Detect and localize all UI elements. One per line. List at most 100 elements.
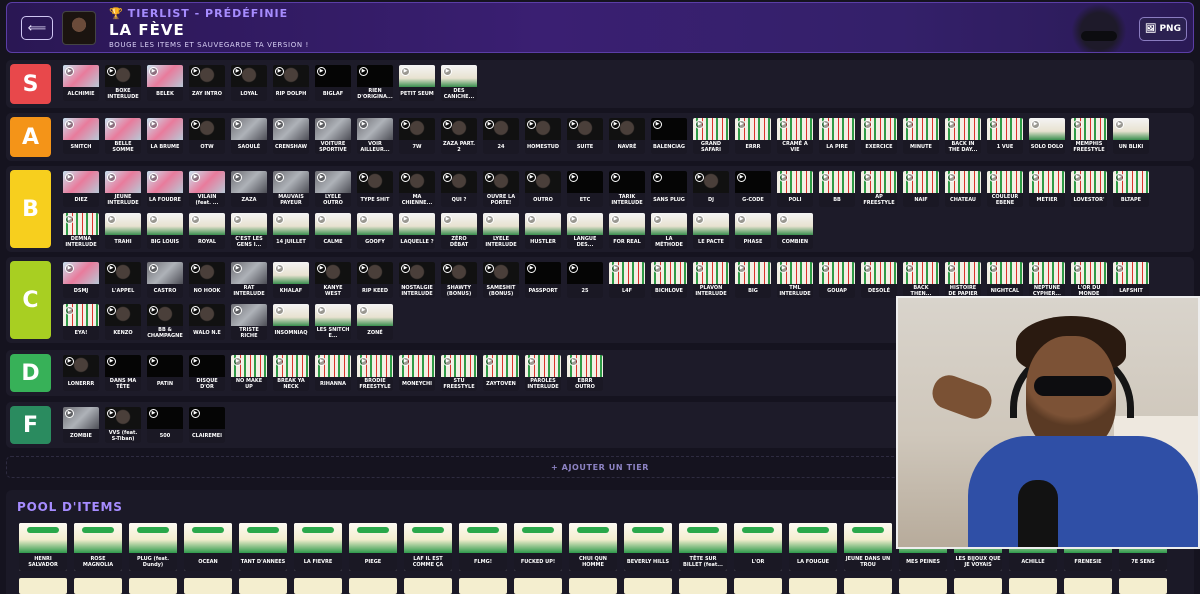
play-icon[interactable]: ▶: [1031, 264, 1040, 273]
track-item[interactable]: ▶ L4F: [609, 262, 645, 298]
track-item[interactable]: ▶ NO HOOK: [189, 262, 225, 298]
play-icon[interactable]: ▶: [359, 120, 368, 129]
track-item[interactable]: ▶ CRAMÉ A VIE: [777, 118, 813, 154]
track-item[interactable]: ▶ 14 JUILLET: [273, 213, 309, 249]
play-icon[interactable]: ▶: [485, 264, 494, 273]
play-icon[interactable]: ▶: [863, 173, 872, 182]
play-icon[interactable]: ▶: [317, 264, 326, 273]
track-item[interactable]: ▶ PHASE: [735, 213, 771, 249]
track-item[interactable]: ▶ LYELE INTERLUDE: [483, 213, 519, 249]
play-icon[interactable]: ▶: [821, 120, 830, 129]
pool-track-item[interactable]: [624, 578, 672, 594]
play-icon[interactable]: ▶: [569, 215, 578, 224]
track-item[interactable]: ▶ FOR REAL: [609, 213, 645, 249]
pool-track-item[interactable]: LA FIEVRE: [294, 523, 342, 571]
track-item[interactable]: ▶ JEUNE INTERLUDE: [105, 171, 141, 207]
track-item[interactable]: ▶ NIGHTCAL: [987, 262, 1023, 298]
track-item[interactable]: ▶ SAMESHIT (BONUS): [483, 262, 519, 298]
track-item[interactable]: ▶ DJ: [693, 171, 729, 207]
play-icon[interactable]: ▶: [233, 67, 242, 76]
track-item[interactable]: ▶ HUSTLER: [525, 213, 561, 249]
play-icon[interactable]: ▶: [233, 120, 242, 129]
play-icon[interactable]: ▶: [527, 120, 536, 129]
track-item[interactable]: ▶ LYELE OUTRO: [315, 171, 351, 207]
pool-track-item[interactable]: [1009, 578, 1057, 594]
play-icon[interactable]: ▶: [443, 357, 452, 366]
play-icon[interactable]: ▶: [779, 120, 788, 129]
pool-track-item[interactable]: [569, 578, 617, 594]
play-icon[interactable]: ▶: [485, 357, 494, 366]
track-item[interactable]: ▶ VOIR AILLEUR...: [357, 118, 393, 154]
track-item[interactable]: ▶ 1 VUE: [987, 118, 1023, 154]
track-item[interactable]: ▶ METIER: [1029, 171, 1065, 207]
play-icon[interactable]: ▶: [737, 173, 746, 182]
play-icon[interactable]: ▶: [149, 306, 158, 315]
track-item[interactable]: ▶ ZÉRO DÉBAT: [441, 213, 477, 249]
track-item[interactable]: ▶ PAROLES INTERLUDE: [525, 355, 561, 391]
track-item[interactable]: ▶ SANS PLUG: [651, 171, 687, 207]
pool-track-item[interactable]: [184, 578, 232, 594]
pool-track-item[interactable]: TÊTE SUR BILLET (feat...: [679, 523, 727, 571]
track-item[interactable]: ▶ TRAHI: [105, 213, 141, 249]
play-icon[interactable]: ▶: [1031, 173, 1040, 182]
play-icon[interactable]: ▶: [947, 173, 956, 182]
track-item[interactable]: ▶ BICHLOVE: [651, 262, 687, 298]
play-icon[interactable]: ▶: [317, 357, 326, 366]
play-icon[interactable]: ▶: [779, 173, 788, 182]
play-icon[interactable]: ▶: [569, 357, 578, 366]
track-item[interactable]: ▶ VOITURE SPORTIVE: [315, 118, 351, 154]
track-item[interactable]: ▶ 500: [147, 407, 183, 443]
play-icon[interactable]: ▶: [317, 306, 326, 315]
track-item[interactable]: ▶ BACK THEN...: [903, 262, 939, 298]
play-icon[interactable]: ▶: [65, 215, 74, 224]
play-icon[interactable]: ▶: [191, 409, 200, 418]
track-item[interactable]: ▶ CHATEAU: [945, 171, 981, 207]
pool-track-item[interactable]: [954, 578, 1002, 594]
play-icon[interactable]: ▶: [695, 173, 704, 182]
play-icon[interactable]: ▶: [527, 173, 536, 182]
track-item[interactable]: ▶ MONEYCHI: [399, 355, 435, 391]
tier-label[interactable]: D: [10, 354, 51, 392]
play-icon[interactable]: ▶: [485, 215, 494, 224]
play-icon[interactable]: ▶: [485, 173, 494, 182]
play-icon[interactable]: ▶: [695, 215, 704, 224]
pool-track-item[interactable]: [19, 578, 67, 594]
play-icon[interactable]: ▶: [653, 264, 662, 273]
track-item[interactable]: ▶ LA FOUDRE: [147, 171, 183, 207]
pool-track-item[interactable]: PLUG (feat. Dundy): [129, 523, 177, 571]
play-icon[interactable]: ▶: [275, 173, 284, 182]
track-item[interactable]: ▶ NAIF: [903, 171, 939, 207]
track-item[interactable]: ▶ HISTOIRE DE PAPIER: [945, 262, 981, 298]
play-icon[interactable]: ▶: [737, 215, 746, 224]
play-icon[interactable]: ▶: [569, 120, 578, 129]
pool-track-item[interactable]: [514, 578, 562, 594]
track-item[interactable]: ▶ DIEZ: [63, 171, 99, 207]
tier-label[interactable]: A: [10, 117, 51, 157]
play-icon[interactable]: ▶: [401, 173, 410, 182]
play-icon[interactable]: ▶: [107, 409, 116, 418]
play-icon[interactable]: ▶: [905, 120, 914, 129]
play-icon[interactable]: ▶: [695, 264, 704, 273]
track-item[interactable]: ▶ LA MÉTHODE: [651, 213, 687, 249]
play-icon[interactable]: ▶: [317, 215, 326, 224]
play-icon[interactable]: ▶: [191, 264, 200, 273]
pool-track-item[interactable]: [294, 578, 342, 594]
play-icon[interactable]: ▶: [779, 215, 788, 224]
track-item[interactable]: ▶ LOYAL: [231, 65, 267, 101]
pool-track-item[interactable]: HENRI SALVADOR: [19, 523, 67, 571]
track-item[interactable]: ▶ LOVESTOR': [1071, 171, 1107, 207]
play-icon[interactable]: ▶: [149, 264, 158, 273]
track-item[interactable]: ▶ VILAIN (feat. ...: [189, 171, 225, 207]
track-item[interactable]: ▶ GRAND SAFARI: [693, 118, 729, 154]
play-icon[interactable]: ▶: [191, 173, 200, 182]
track-item[interactable]: ▶ BRODIE FREESTYLE: [357, 355, 393, 391]
play-icon[interactable]: ▶: [947, 264, 956, 273]
play-icon[interactable]: ▶: [1073, 120, 1082, 129]
track-item[interactable]: ▶ LA BRUME: [147, 118, 183, 154]
play-icon[interactable]: ▶: [1073, 173, 1082, 182]
pool-track-item[interactable]: [349, 578, 397, 594]
track-item[interactable]: ▶ KENZO: [105, 304, 141, 340]
play-icon[interactable]: ▶: [905, 173, 914, 182]
track-item[interactable]: ▶ RIHANNA: [315, 355, 351, 391]
track-item[interactable]: ▶ EYA!: [63, 304, 99, 340]
